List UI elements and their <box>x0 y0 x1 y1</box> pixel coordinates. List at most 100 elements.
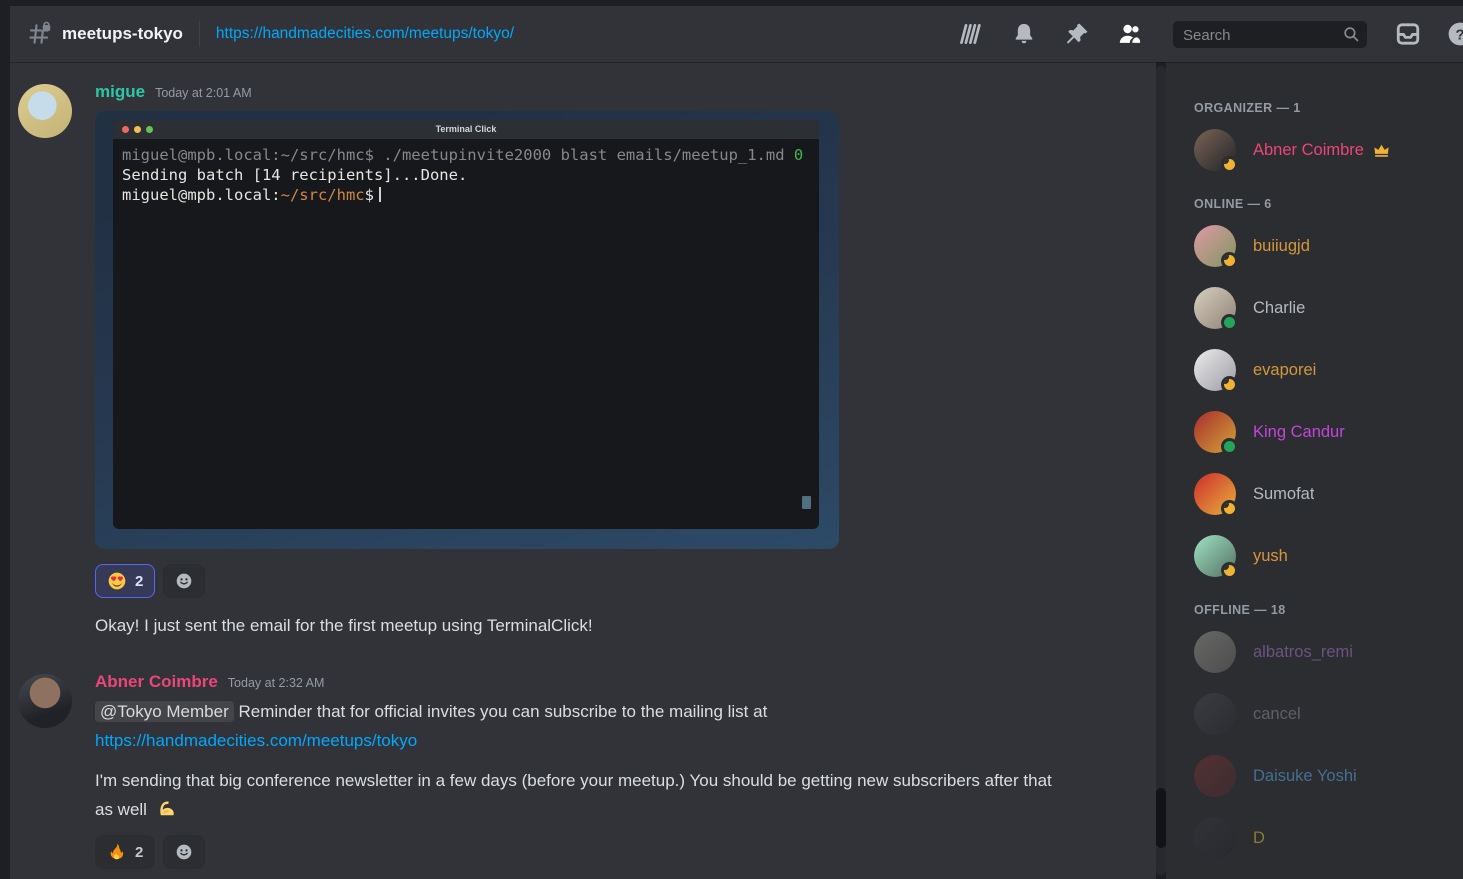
status-idle-indicator <box>1221 376 1238 393</box>
terminal-window: Terminal Click miguel@mpb.local:~/src/hm… <box>113 120 819 529</box>
member-name: Charlie <box>1253 299 1305 318</box>
member-avatar <box>1194 535 1236 577</box>
channel-hash-lock-icon <box>26 21 52 47</box>
message-text: I'm sending that big conference newslett… <box>95 766 1060 824</box>
member-section-title: ONLINE — 6 <box>1194 196 1455 212</box>
heart-eyes-emoji <box>107 571 127 591</box>
member-avatar <box>1194 287 1236 329</box>
reaction-heart-eyes[interactable]: 2 <box>95 564 155 598</box>
add-reaction-button[interactable] <box>163 564 205 598</box>
terminal-caret <box>379 187 381 202</box>
message-group-migue: migue Today at 2:01 AM Terminal Click mi… <box>10 82 1156 638</box>
terminal-body: miguel@mpb.local:~/src/hmc$ ./meetupinvi… <box>113 140 819 210</box>
flex-bicep-emoji <box>155 797 178 820</box>
chat-area: migue Today at 2:01 AM Terminal Click mi… <box>10 62 1156 879</box>
search-box <box>1173 21 1367 48</box>
message-author[interactable]: migue <box>95 82 145 102</box>
terminal-window-title: Terminal Click <box>113 120 819 139</box>
member-name: Sumofat <box>1253 485 1314 504</box>
terminal-text: miguel@mpb.local: <box>122 186 281 204</box>
reaction-count: 2 <box>135 573 143 590</box>
svg-text:?: ? <box>1455 26 1463 43</box>
member-row[interactable]: D <box>1194 817 1455 859</box>
reaction-row: 2 <box>95 835 1156 869</box>
search-input[interactable] <box>1181 21 1335 50</box>
pin-icon[interactable] <box>1064 21 1090 47</box>
header-divider <box>199 21 200 47</box>
status-idle-indicator <box>1221 156 1238 173</box>
member-row[interactable]: Charlie <box>1194 287 1455 329</box>
member-section-title: ORGANIZER — 1 <box>1194 100 1455 116</box>
member-row[interactable]: buiiugjd <box>1194 225 1455 267</box>
traffic-light-close <box>122 126 129 133</box>
fire-emoji <box>107 842 127 862</box>
user-avatar-abner[interactable] <box>18 674 72 728</box>
terminal-text: ~/src/hmc <box>281 186 365 204</box>
traffic-light-minimize <box>134 126 141 133</box>
crown-icon <box>1373 142 1390 159</box>
terminal-text: miguel@mpb.local:~/src/hmc$ ./meetupinvi… <box>122 146 794 164</box>
reaction-fire[interactable]: 2 <box>95 835 155 869</box>
member-row[interactable]: Daisuke Yoshi <box>1194 755 1455 797</box>
member-row[interactable]: King Candur <box>1194 411 1455 453</box>
channel-name: meetups-tokyo <box>62 24 183 44</box>
member-avatar <box>1194 225 1236 267</box>
member-section-title: OFFLINE — 18 <box>1194 602 1455 618</box>
terminal-text: Sending batch [14 recipients]...Done. <box>122 166 467 184</box>
member-row[interactable]: Sumofat <box>1194 473 1455 515</box>
chat-scrollbar-thumb[interactable] <box>1156 788 1166 848</box>
message-author[interactable]: Abner Coimbre <box>95 672 218 692</box>
member-name: yush <box>1253 547 1288 566</box>
help-icon[interactable]: ? <box>1447 21 1463 47</box>
window-edge-left <box>0 6 10 879</box>
threads-icon[interactable] <box>958 21 984 47</box>
member-avatar <box>1194 129 1236 171</box>
notifications-bell-icon[interactable] <box>1011 21 1037 47</box>
member-name: D <box>1253 829 1265 848</box>
member-name: albatros_remi <box>1253 643 1353 662</box>
status-idle-indicator <box>1221 500 1238 517</box>
member-sections: ORGANIZER — 1 Abner Coimbre ONLINE — 6 buii… <box>1194 100 1455 859</box>
member-avatar <box>1194 693 1236 735</box>
inbox-icon[interactable] <box>1395 21 1421 47</box>
member-avatar <box>1194 411 1236 453</box>
role-mention[interactable]: @Tokyo Member <box>95 701 234 722</box>
member-list-icon[interactable] <box>1117 21 1143 47</box>
chat-scrollbar-track[interactable] <box>1156 66 1166 875</box>
member-row[interactable]: Abner Coimbre <box>1194 129 1455 171</box>
member-name: Abner Coimbre <box>1253 141 1364 160</box>
terminal-text: 0 <box>794 146 803 164</box>
member-row[interactable]: evaporei <box>1194 349 1455 391</box>
member-row[interactable]: cancel <box>1194 693 1455 735</box>
message-link[interactable]: https://handmadecities.com/meetups/tokyo <box>95 731 417 750</box>
channel-header: meetups-tokyo https://handmadecities.com… <box>10 6 1463 62</box>
member-name: cancel <box>1253 705 1301 724</box>
message-text: Okay! I just sent the email for the firs… <box>95 614 1156 638</box>
user-avatar-migue[interactable] <box>18 84 72 138</box>
search-icon[interactable] <box>1342 25 1361 44</box>
member-avatar <box>1194 755 1236 797</box>
member-name: evaporei <box>1253 361 1316 380</box>
terminal-text: $ <box>365 186 374 204</box>
status-online-indicator <box>1221 314 1238 331</box>
reaction-row: 2 <box>95 564 1156 598</box>
member-avatar <box>1194 817 1236 859</box>
terminal-titlebar: Terminal Click <box>113 120 819 140</box>
paragraph-text: I'm sending that big conference newslett… <box>95 771 1052 819</box>
message-group-abner: Abner Coimbre Today at 2:32 AM @Tokyo Me… <box>10 672 1156 869</box>
message-timestamp: Today at 2:32 AM <box>228 676 325 690</box>
status-idle-indicator <box>1221 252 1238 269</box>
member-name: buiiugjd <box>1253 237 1310 256</box>
member-list-panel: ORGANIZER — 1 Abner Coimbre ONLINE — 6 buii… <box>1166 62 1463 879</box>
channel-topic-link[interactable]: https://handmadecities.com/meetups/tokyo… <box>216 25 514 43</box>
member-row[interactable]: yush <box>1194 535 1455 577</box>
member-row[interactable]: albatros_remi <box>1194 631 1455 673</box>
add-reaction-smiley-icon <box>174 571 194 591</box>
terminal-screenshot-attachment[interactable]: Terminal Click miguel@mpb.local:~/src/hm… <box>95 111 839 549</box>
member-avatar <box>1194 349 1236 391</box>
reaction-count: 2 <box>135 844 143 861</box>
terminal-scroll-indicator <box>802 496 811 509</box>
add-reaction-button[interactable] <box>163 835 205 869</box>
member-avatar <box>1194 473 1236 515</box>
message-timestamp: Today at 2:01 AM <box>155 86 252 100</box>
